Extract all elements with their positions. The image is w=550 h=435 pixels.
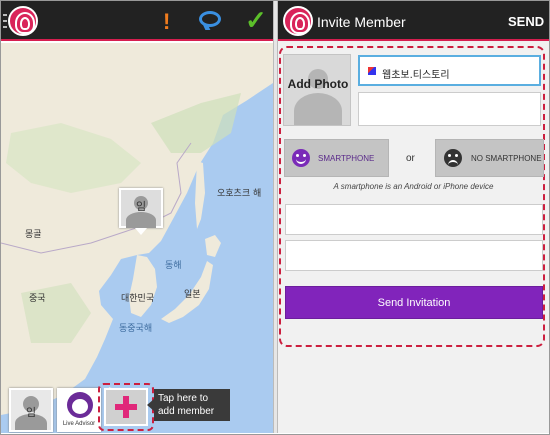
- map-label-japan: 일본: [184, 290, 201, 300]
- map-view[interactable]: 오호츠크 해 몽골 동해 대한민국 일본 중국 동중국해: [1, 43, 273, 433]
- phone-field[interactable]: [285, 204, 543, 235]
- smartphone-button[interactable]: SMARTPHONE: [284, 139, 389, 177]
- advisor-face-icon: [67, 392, 93, 418]
- map-label-east-china-sea: 동중국해: [119, 324, 153, 334]
- send-button[interactable]: SEND: [508, 14, 544, 29]
- name-field[interactable]: 웹초보.티스토리: [358, 55, 541, 86]
- top-bar: Invite Member SEND: [278, 1, 549, 41]
- name-field-value: 웹초보.티스토리: [382, 70, 450, 81]
- map-label-china: 중국: [29, 294, 46, 304]
- add-member-button[interactable]: [104, 388, 148, 426]
- map-label-korea: 대한민국: [121, 294, 155, 304]
- send-invitation-button[interactable]: Send Invitation: [285, 286, 543, 319]
- member-location-pin[interactable]: 임: [119, 188, 163, 235]
- no-smartphone-button[interactable]: NO SMARTPHONE: [435, 139, 544, 177]
- pin-member-name: 임: [135, 200, 147, 213]
- smartphone-label: SMARTPHONE: [318, 154, 375, 163]
- frowny-icon: [444, 149, 462, 167]
- secondary-name-field[interactable]: [358, 92, 541, 126]
- or-label: or: [406, 153, 415, 164]
- member-thumbnail[interactable]: 임: [9, 388, 53, 432]
- plus-icon-bar: [115, 404, 137, 410]
- email-field[interactable]: [285, 240, 543, 271]
- add-member-highlight: [98, 383, 154, 431]
- checkmark-icon[interactable]: ✓: [245, 5, 267, 36]
- top-bar: ! ✓: [1, 1, 273, 41]
- fingerprint-logo-icon[interactable]: [283, 6, 313, 36]
- chat-bubble-icon[interactable]: [199, 11, 221, 27]
- map-screen: ! ✓ 오호츠크 해 몽골 동해 대한민국 일본 중국 동중국해 임 임 Liv…: [1, 1, 273, 433]
- smiley-icon: [292, 149, 310, 167]
- page-title: Invite Member: [317, 14, 406, 30]
- device-hint: A smartphone is an Android or iPhone dev…: [333, 182, 494, 191]
- menu-lines-icon[interactable]: [3, 14, 7, 28]
- fingerprint-logo-icon[interactable]: [8, 6, 38, 36]
- advisor-label: Live Advisor: [62, 421, 96, 427]
- invite-member-screen: Invite Member SEND Add Photo 웹초보.티스토리 SM…: [278, 1, 549, 433]
- blog-icon: [368, 67, 376, 75]
- no-smartphone-label: NO SMARTPHONE: [471, 154, 542, 163]
- add-photo-button[interactable]: Add Photo: [283, 54, 351, 126]
- member-thumbnail-name: 임: [25, 406, 37, 419]
- exclamation-icon[interactable]: !: [163, 9, 170, 35]
- map-label-east-sea: 동해: [165, 261, 182, 271]
- add-member-tooltip: Tap here to add member: [147, 389, 230, 421]
- map-label-okhotsk: 오호츠크 해: [217, 189, 262, 199]
- map-label-mongolia: 몽골: [25, 230, 42, 240]
- live-advisor-thumbnail[interactable]: Live Advisor: [57, 388, 101, 432]
- add-photo-label: Add Photo: [287, 77, 349, 91]
